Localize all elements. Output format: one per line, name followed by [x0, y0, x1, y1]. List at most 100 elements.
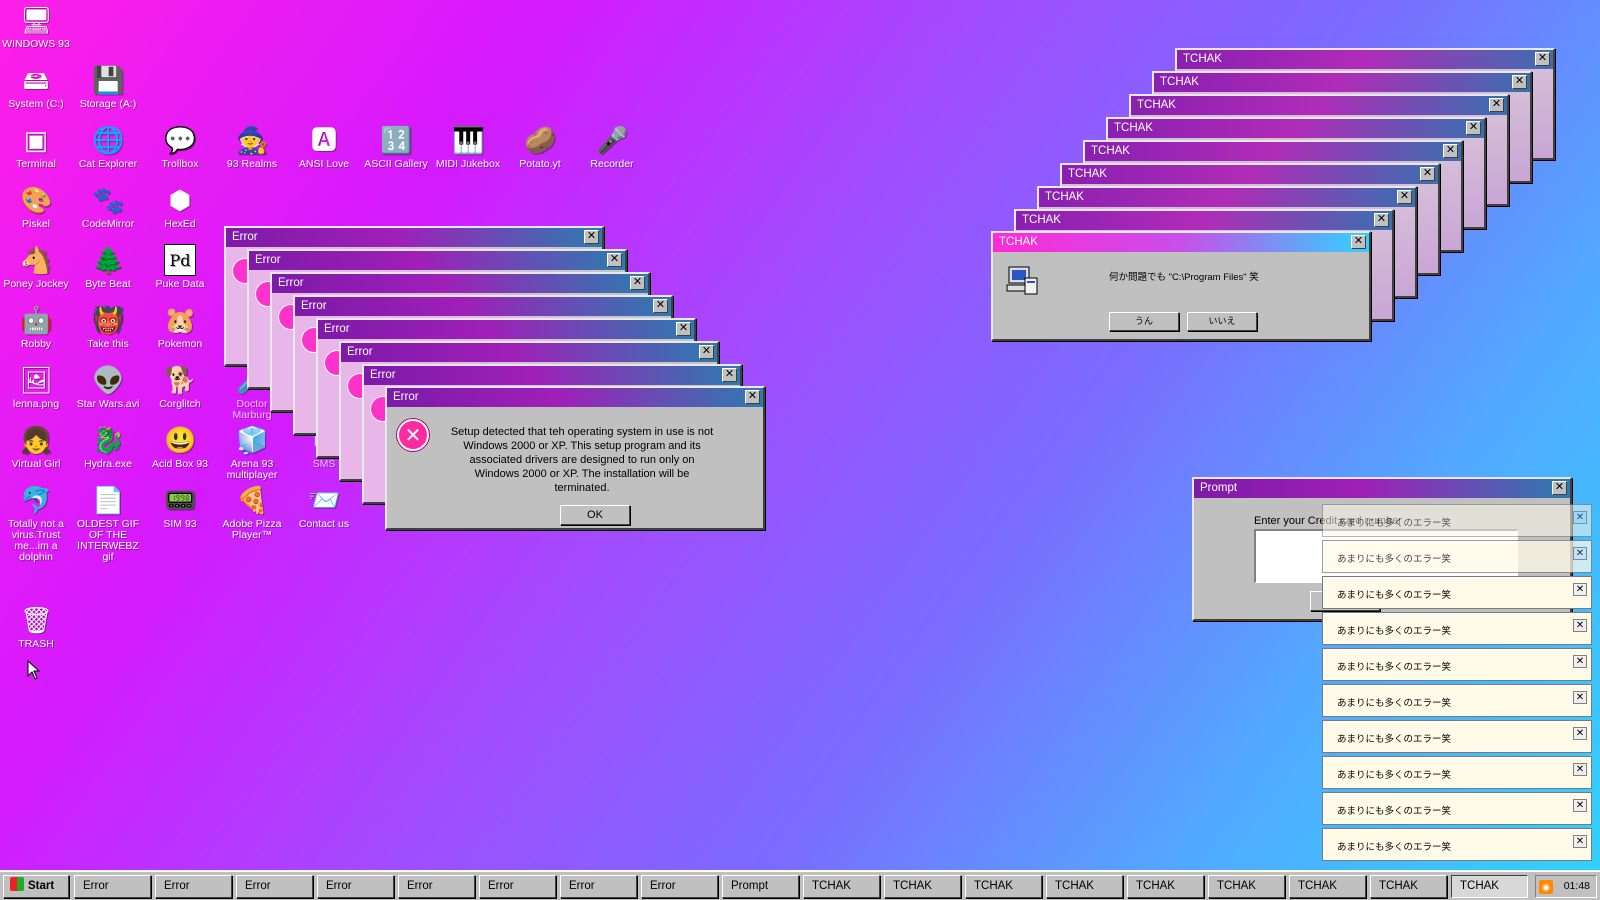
- desktop-icon[interactable]: 🔢 ASCII Gallery: [360, 124, 432, 170]
- close-icon[interactable]: ✕: [1573, 583, 1587, 596]
- start-button[interactable]: Start: [3, 875, 69, 898]
- desktop-icon[interactable]: 🌐 Cat Explorer: [72, 124, 144, 170]
- title-bar[interactable]: Error ✕: [249, 251, 625, 270]
- desktop-icon[interactable]: 👧 Virtual Girl: [0, 424, 72, 470]
- title-bar[interactable]: TCHAK ✕: [1108, 119, 1484, 138]
- error-dialog[interactable]: Error ✕ ✕ Setup detected that teh operati…: [385, 386, 765, 530]
- taskbar-button[interactable]: TCHAK: [1289, 875, 1366, 898]
- taskbar-button[interactable]: Error: [317, 875, 394, 898]
- desktop-icon[interactable]: 🎹 MIDI Jukebox: [432, 124, 504, 170]
- title-bar[interactable]: TCHAK ✕: [1016, 211, 1392, 230]
- title-bar[interactable]: Error ✕: [341, 343, 717, 362]
- notification-toast[interactable]: あまりにも多くのエラー笑 ✕: [1322, 756, 1592, 789]
- desktop-icon[interactable]: 🎤 Recorder: [576, 124, 648, 170]
- desktop-icon[interactable]: 🍕 Adobe Pizza Player™: [216, 484, 288, 541]
- desktop-icon[interactable]: 💬 Trollbox: [144, 124, 216, 170]
- desktop-icon[interactable]: ⬢ HexEd: [144, 184, 216, 230]
- taskbar-button[interactable]: Error: [236, 875, 313, 898]
- close-icon[interactable]: ✕: [1397, 190, 1412, 204]
- taskbar-button[interactable]: TCHAK: [884, 875, 961, 898]
- close-icon[interactable]: ✕: [1573, 619, 1587, 632]
- title-bar[interactable]: Error ✕: [364, 366, 740, 385]
- desktop-icon[interactable]: 🐕 Corglitch: [144, 364, 216, 410]
- taskbar-button[interactable]: TCHAK: [1370, 875, 1447, 898]
- desktop-icon[interactable]: 🧙 93 Realms: [216, 124, 288, 170]
- close-icon[interactable]: ✕: [676, 322, 691, 336]
- close-icon[interactable]: ✕: [1489, 98, 1504, 112]
- taskbar-button[interactable]: Error: [398, 875, 475, 898]
- taskbar-button[interactable]: Error: [479, 875, 556, 898]
- title-bar[interactable]: Error ✕: [318, 320, 694, 339]
- close-icon[interactable]: ✕: [722, 368, 737, 382]
- taskbar-button[interactable]: Error: [641, 875, 718, 898]
- close-icon[interactable]: ✕: [1420, 167, 1435, 181]
- close-icon[interactable]: ✕: [1573, 511, 1587, 524]
- taskbar-button-active[interactable]: TCHAK: [1451, 875, 1528, 898]
- close-icon[interactable]: ✕: [1552, 481, 1567, 495]
- notification-toast[interactable]: あまりにも多くのエラー笑 ✕: [1322, 612, 1592, 645]
- close-icon[interactable]: ✕: [1573, 655, 1587, 668]
- desktop-icon[interactable]: 🥔 Potato.yt: [504, 124, 576, 170]
- title-bar[interactable]: TCHAK ✕: [1154, 73, 1530, 92]
- taskbar-button[interactable]: Error: [155, 875, 232, 898]
- title-bar[interactable]: Error ✕: [226, 228, 602, 247]
- notification-toast[interactable]: あまりにも多くのエラー笑 ✕: [1322, 540, 1592, 573]
- desktop-icon[interactable]: 🐉 Hydra.exe: [72, 424, 144, 470]
- desktop-icon[interactable]: 🌲 Byte Beat: [72, 244, 144, 290]
- yes-button[interactable]: うん: [1109, 312, 1179, 331]
- close-icon[interactable]: ✕: [584, 230, 599, 244]
- desktop-icon[interactable]: 🐾 CodeMirror: [72, 184, 144, 230]
- close-icon[interactable]: ✕: [1573, 799, 1587, 812]
- close-icon[interactable]: ✕: [1573, 835, 1587, 848]
- desktop-icon[interactable]: 😃 Acid Box 93: [144, 424, 216, 470]
- desktop-icon[interactable]: 🧊 Arena 93 multiplayer: [216, 424, 288, 481]
- close-icon[interactable]: ✕: [1573, 691, 1587, 704]
- close-icon[interactable]: ✕: [745, 390, 760, 404]
- close-icon[interactable]: ✕: [1535, 52, 1550, 66]
- desktop-icon[interactable]: 🐹 Pokemon: [144, 304, 216, 350]
- notification-toast[interactable]: あまりにも多くのエラー笑 ✕: [1322, 828, 1592, 861]
- notification-toast[interactable]: あまりにも多くのエラー笑 ✕: [1322, 504, 1592, 537]
- close-icon[interactable]: ✕: [1573, 763, 1587, 776]
- close-icon[interactable]: ✕: [1443, 144, 1458, 158]
- desktop-icon[interactable]: 🗑 TRASH: [0, 604, 72, 650]
- ok-button[interactable]: OK: [560, 505, 630, 525]
- title-bar[interactable]: Error ✕: [295, 297, 671, 316]
- notification-toast[interactable]: あまりにも多くのエラー笑 ✕: [1322, 792, 1592, 825]
- notification-toast[interactable]: あまりにも多くのエラー笑 ✕: [1322, 684, 1592, 717]
- desktop-icon[interactable]: 📄 OLDEST GIF OF THE INTERWEBZ gif: [72, 484, 144, 563]
- title-bar[interactable]: Prompt ✕: [1194, 479, 1570, 498]
- title-bar[interactable]: TCHAK ✕: [1062, 165, 1438, 184]
- desktop-icon[interactable]: 🖼 lenna.png: [0, 364, 72, 410]
- no-button[interactable]: いいえ: [1187, 312, 1257, 331]
- title-bar[interactable]: TCHAK ✕: [1085, 142, 1461, 161]
- title-bar[interactable]: TCHAK ✕: [1131, 96, 1507, 115]
- desktop-icon[interactable]: ▣ Terminal: [0, 124, 72, 170]
- title-bar[interactable]: Error ✕: [272, 274, 648, 293]
- desktop-icon[interactable]: 📟 SIM 93: [144, 484, 216, 530]
- desktop-icon[interactable]: 👽 Star Wars.avi: [72, 364, 144, 410]
- desktop-icon[interactable]: 🐬 Totally not a virus.Trust me...im a dol…: [0, 484, 72, 563]
- close-icon[interactable]: ✕: [1374, 213, 1389, 227]
- desktop-icon[interactable]: 🖴 System (C:): [0, 64, 72, 110]
- close-icon[interactable]: ✕: [607, 253, 622, 267]
- close-icon[interactable]: ✕: [1573, 727, 1587, 740]
- close-icon[interactable]: ✕: [699, 345, 714, 359]
- taskbar-button[interactable]: Error: [74, 875, 151, 898]
- title-bar[interactable]: TCHAK ✕: [1177, 50, 1553, 69]
- title-bar[interactable]: Error ✕: [387, 388, 763, 407]
- close-icon[interactable]: ✕: [630, 276, 645, 290]
- notification-toast[interactable]: あまりにも多くのエラー笑 ✕: [1322, 648, 1592, 681]
- taskbar-button[interactable]: TCHAK: [1208, 875, 1285, 898]
- close-icon[interactable]: ✕: [1466, 121, 1481, 135]
- desktop-icon[interactable]: 💾 Storage (A:): [72, 64, 144, 110]
- taskbar-button[interactable]: TCHAK: [803, 875, 880, 898]
- desktop-icon[interactable]: 🎨 Piskel: [0, 184, 72, 230]
- taskbar-button[interactable]: TCHAK: [1046, 875, 1123, 898]
- desktop-icon[interactable]: 🤖 Robby: [0, 304, 72, 350]
- taskbar-button[interactable]: TCHAK: [1127, 875, 1204, 898]
- close-icon[interactable]: ✕: [1351, 235, 1366, 249]
- close-icon[interactable]: ✕: [653, 299, 668, 313]
- tchak-dialog[interactable]: TCHAK ✕ 何か問題でも "C:\Program Files" 笑 うん いい…: [991, 231, 1371, 341]
- taskbar-button[interactable]: Error: [560, 875, 637, 898]
